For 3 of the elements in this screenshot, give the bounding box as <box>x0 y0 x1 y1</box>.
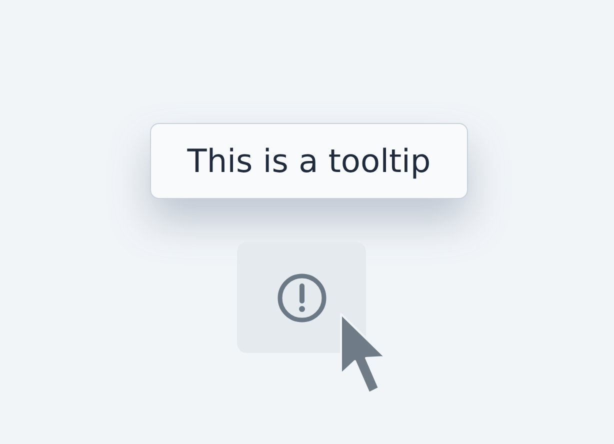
info-button[interactable] <box>237 242 366 353</box>
alert-icon <box>276 272 328 324</box>
tooltip: This is a tooltip <box>150 123 468 199</box>
